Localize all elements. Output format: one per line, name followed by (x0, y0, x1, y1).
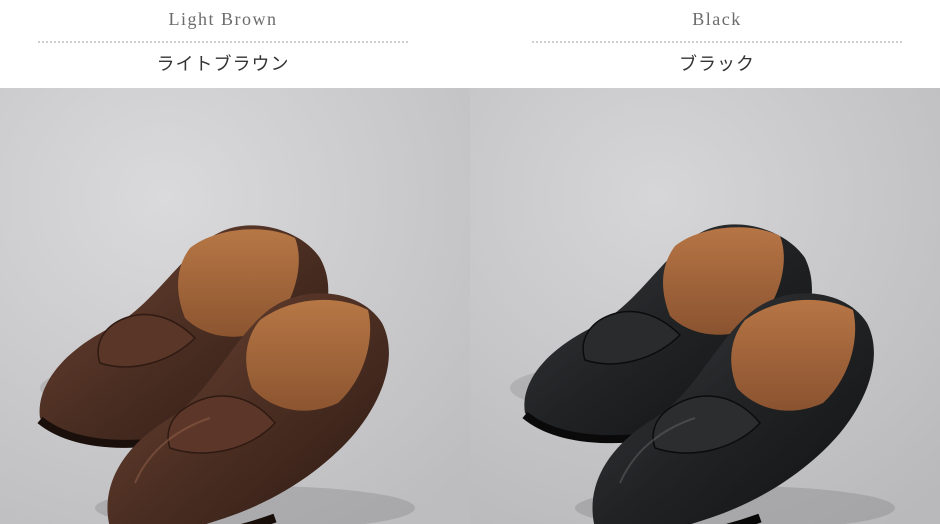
color-name-english-right: Black (692, 9, 742, 29)
color-name-japanese-right: ブラック (679, 54, 755, 75)
color-name-english-left: Light Brown (168, 9, 278, 29)
light-brown-loafers-photo (0, 88, 470, 524)
light-brown-label-group: Light Brown ライトブラウン (38, 0, 408, 88)
dotted-divider-right (532, 41, 902, 43)
black-loafers-image (470, 88, 940, 524)
dotted-divider-left (38, 41, 408, 43)
black-label-group: Black ブラック (532, 0, 902, 88)
color-name-japanese-left: ライトブラウン (156, 54, 290, 75)
light-brown-loafers-image (0, 88, 470, 524)
black-loafers-photo (470, 88, 940, 524)
color-variant-header: Light Brown ライトブラウン Black ブラック (0, 0, 940, 88)
product-photos (0, 88, 940, 524)
